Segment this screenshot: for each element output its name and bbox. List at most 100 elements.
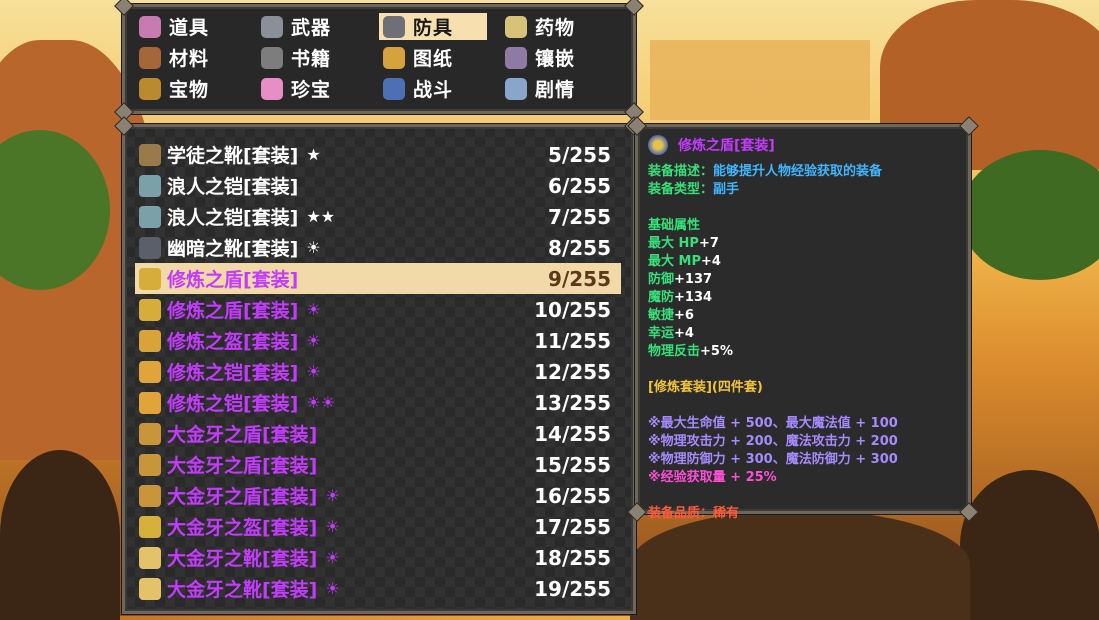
item-row[interactable]: 幽暗之靴[套装] ☀ 8/255 — [135, 232, 621, 263]
set-bonus-list: ※最大生命值 + 500、最大魔法值 + 100 ※物理攻击力 + 200、魔法攻… — [648, 415, 960, 487]
item-row[interactable]: 修炼之盾[套装] 9/255 — [135, 263, 621, 294]
background-foreground — [0, 450, 120, 620]
stat-label: 最大 MP — [648, 254, 701, 269]
item-row[interactable]: 大金牙之盾[套装] 14/255 — [135, 418, 621, 449]
armor-icon — [139, 174, 161, 197]
item-row[interactable]: 学徒之靴[套装] ★ 5/255 — [135, 139, 621, 170]
desc-value: 能够提升人物经验获取的装备 — [713, 164, 883, 179]
item-row[interactable]: 修炼之铠[套装] ☀ 12/255 — [135, 356, 621, 387]
item-list: 学徒之靴[套装] ★ 5/255 浪人之铠[套装] 6/255 浪人之铠[套装] ★★ 7/2… — [135, 139, 621, 604]
knight-icon — [383, 77, 405, 100]
category-tab-2[interactable]: 武器 — [257, 13, 379, 40]
shield-icon — [139, 267, 161, 290]
base-stats-header: 基础属性 — [648, 218, 701, 233]
item-name: 学徒之靴[套装] — [167, 145, 299, 167]
item-name: 大金牙之靴[套装] — [167, 579, 318, 601]
item-row[interactable]: 大金牙之靴[套装] ☀ 19/255 — [135, 573, 621, 604]
shield-icon — [139, 422, 161, 445]
item-name: 修炼之盔[套装] — [167, 331, 299, 353]
item-grade-mark: ☀ — [306, 362, 321, 381]
armor-icon — [139, 205, 161, 228]
category-tab-6[interactable]: 书籍 — [257, 44, 379, 71]
item-row[interactable]: 修炼之盾[套装] ☀ 10/255 — [135, 294, 621, 325]
boots-icon — [139, 236, 161, 259]
category-label: 武器 — [291, 17, 332, 39]
item-row[interactable]: 浪人之铠[套装] ★★ 7/255 — [135, 201, 621, 232]
category-grid: 道具 武器 防具 药物材料 书籍 图纸 镶嵌宝物 珍宝 战斗 剧情 — [135, 13, 625, 106]
item-count: 11/255 — [534, 328, 611, 353]
book-icon — [261, 46, 283, 69]
detail-body: 装备描述：能够提升人物经验获取的装备 装备类型：副手 基础属性 最大 HP+7 最… — [648, 163, 960, 523]
boots-icon — [139, 577, 161, 600]
item-name: 大金牙之盾[套装] — [167, 486, 318, 508]
category-tab-5[interactable]: 材料 — [135, 44, 257, 71]
item-name: 大金牙之靴[套装] — [167, 548, 318, 570]
item-name: 浪人之铠[套装] — [167, 207, 299, 229]
category-tab-1[interactable]: 道具 — [135, 13, 257, 40]
shield-icon — [139, 298, 161, 321]
stat-label: 防御 — [648, 272, 675, 287]
stat-line: 敏捷+6 — [648, 307, 960, 325]
helmet-icon — [139, 329, 161, 352]
item-count: 10/255 — [534, 297, 611, 322]
gift-icon — [261, 77, 283, 100]
shield-icon — [139, 484, 161, 507]
base-stats-list: 最大 HP+7 最大 MP+4 防御+137 魔防+134 敏捷+6 幸运+4 物理反击+5… — [648, 235, 960, 361]
potion-icon — [505, 15, 527, 38]
desc-label: 装备描述： — [648, 164, 714, 179]
detail-title: 修炼之盾[套装] — [648, 135, 775, 155]
item-row[interactable]: 大金牙之盾[套装] ☀ 16/255 — [135, 480, 621, 511]
item-grade-mark: ☀ — [325, 517, 340, 536]
category-tab-9[interactable]: 宝物 — [135, 75, 257, 102]
stat-label: 幸运 — [648, 326, 675, 341]
item-count: 14/255 — [534, 421, 611, 446]
background-foreground — [630, 510, 970, 620]
item-row[interactable]: 浪人之铠[套装] 6/255 — [135, 170, 621, 201]
stat-value: +6 — [674, 308, 694, 323]
item-grade-mark: ☀ — [306, 331, 321, 350]
category-tab-3[interactable]: 防具 — [379, 13, 487, 40]
item-row[interactable]: 大金牙之盾[套装] 15/255 — [135, 449, 621, 480]
axe-icon — [261, 15, 283, 38]
category-tab-7[interactable]: 图纸 — [379, 44, 501, 71]
item-row[interactable]: 修炼之铠[套装] ☀☀ 13/255 — [135, 387, 621, 418]
type-label: 装备类型： — [648, 182, 714, 197]
scroll-icon — [383, 46, 405, 69]
category-tab-8[interactable]: 镶嵌 — [501, 44, 623, 71]
item-row[interactable]: 大金牙之靴[套装] ☀ 18/255 — [135, 542, 621, 573]
category-label: 材料 — [169, 48, 210, 70]
crown-icon — [139, 515, 161, 538]
category-tab-12[interactable]: 剧情 — [501, 75, 623, 102]
stat-value: +137 — [674, 272, 713, 287]
item-name: 修炼之铠[套装] — [167, 362, 299, 384]
item-row[interactable]: 修炼之盔[套装] ☀ 11/255 — [135, 325, 621, 356]
category-label: 图纸 — [413, 48, 454, 70]
item-count: 18/255 — [534, 545, 611, 570]
item-name: 大金牙之盾[套装] — [167, 424, 318, 446]
quality-value: 稀有 — [713, 506, 740, 521]
item-grade-mark: ★ — [306, 145, 321, 164]
category-tab-11[interactable]: 战斗 — [379, 75, 501, 102]
category-tab-4[interactable]: 药物 — [501, 13, 623, 40]
background-castle — [650, 40, 870, 120]
category-label: 战斗 — [413, 79, 454, 101]
category-label: 宝物 — [169, 79, 210, 101]
stat-label: 最大 HP — [648, 236, 699, 251]
item-count: 6/255 — [548, 173, 611, 198]
item-count: 16/255 — [534, 483, 611, 508]
grid-icon — [505, 46, 527, 69]
type-value: 副手 — [713, 182, 740, 197]
open-book-icon — [505, 77, 527, 100]
category-tab-10[interactable]: 珍宝 — [257, 75, 379, 102]
item-name: 修炼之铠[套装] — [167, 393, 299, 415]
armor-icon — [139, 391, 161, 414]
boots-icon — [139, 546, 161, 569]
item-grade-mark: ☀ — [325, 579, 340, 598]
background-foreground — [960, 470, 1099, 620]
item-name: 大金牙之盾[套装] — [167, 455, 318, 477]
item-row[interactable]: 大金牙之盔[套装] ☀ 17/255 — [135, 511, 621, 542]
stat-value: +7 — [698, 236, 719, 251]
stat-label: 魔防 — [648, 290, 675, 305]
category-label: 药物 — [535, 17, 576, 39]
stat-value: +4 — [674, 326, 694, 341]
